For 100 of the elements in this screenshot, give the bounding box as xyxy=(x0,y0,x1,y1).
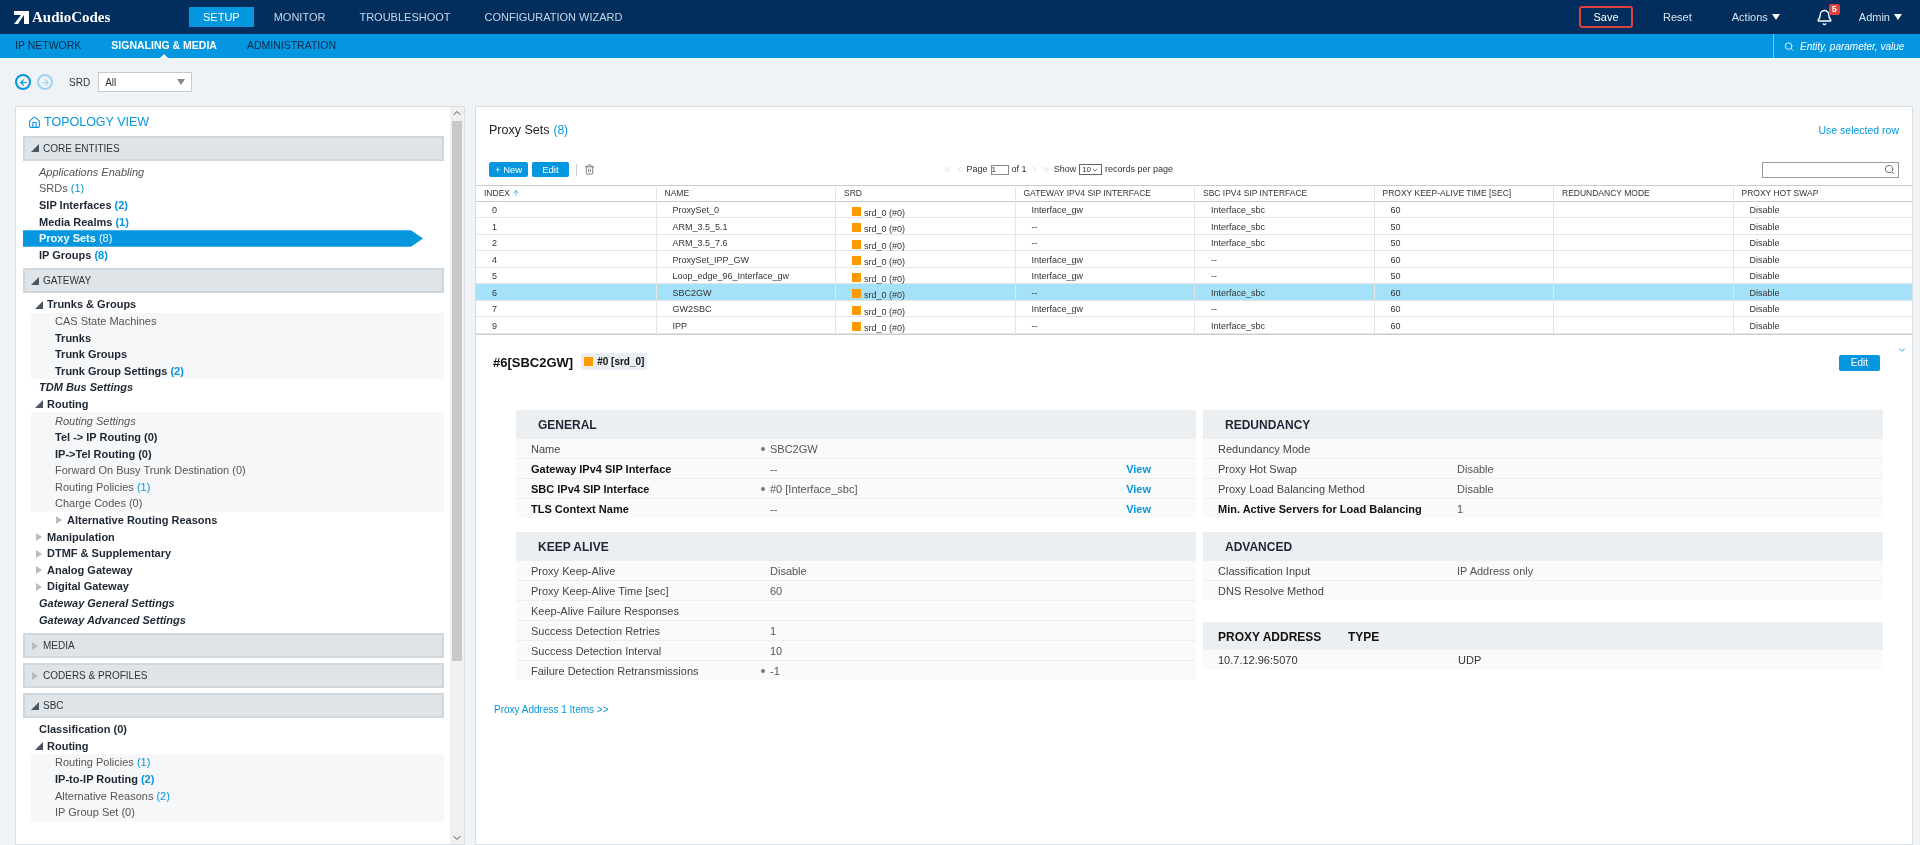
reset-button[interactable]: Reset xyxy=(1653,8,1702,26)
tree-item[interactable]: Gateway Advanced Settings xyxy=(39,611,186,629)
tree-item[interactable]: SIP Interfaces (2) xyxy=(39,196,128,214)
tree-item[interactable]: SRDs (1) xyxy=(39,180,85,197)
table-cell: Interface_gw xyxy=(1031,270,1084,284)
table-cell-text: 10.7.12.96:5070 xyxy=(1218,653,1299,668)
table-cell: srd_0 (#0) xyxy=(864,223,906,237)
collapsed-triangle-icon[interactable] xyxy=(31,671,39,680)
tree-item[interactable]: Gateway General Settings xyxy=(39,595,175,612)
forward-button[interactable] xyxy=(37,74,53,90)
tree-item[interactable]: Media Realms (1) xyxy=(39,213,129,231)
tree-item[interactable]: TDM Bus Settings xyxy=(39,379,134,396)
column-header[interactable]: SBC IPV4 SIP INTERFACE xyxy=(1194,186,1374,200)
tree-item[interactable]: IP Groups (8) xyxy=(39,246,108,264)
tree-item[interactable]: Trunks & Groups xyxy=(47,296,137,313)
table-cell: 0 xyxy=(492,204,497,218)
table-cell-text: 50 xyxy=(1390,220,1401,234)
table-cell-text: -- xyxy=(1211,253,1217,267)
field-label: DNS Resolve Method xyxy=(1218,583,1325,599)
table-cell: Interface_sbc xyxy=(1211,204,1266,218)
srd-color-square xyxy=(852,223,861,232)
table-cell-text: srd_0 (#0) xyxy=(864,272,906,286)
tree-item[interactable]: Manipulation xyxy=(47,528,115,546)
user-menu[interactable]: Admin xyxy=(1858,8,1902,26)
table-search-field[interactable] xyxy=(1762,161,1899,178)
column-header[interactable]: PROXY KEEP-ALIVE TIME [SEC] xyxy=(1373,186,1553,200)
expanded-triangle-icon[interactable] xyxy=(35,300,43,309)
sub-nav-tab[interactable]: ADMINISTRATION xyxy=(231,34,351,58)
nav-tab[interactable]: CONFIGURATION WIZARD xyxy=(470,7,637,27)
tree-item[interactable]: Analog Gateway xyxy=(47,561,133,579)
section-header[interactable]: GATEWAY xyxy=(23,268,444,294)
field-label: Classification Input xyxy=(1218,563,1312,579)
table-cell: 60 xyxy=(1390,204,1401,218)
table-cell: srd_0 (#0) xyxy=(864,322,906,336)
table-cell-text: Interface_sbc xyxy=(1211,319,1266,333)
scrollbar[interactable] xyxy=(450,107,464,844)
search-field[interactable]: Entity, parameter, value xyxy=(1800,38,1920,54)
expanded-triangle-icon[interactable] xyxy=(31,701,39,710)
back-button[interactable] xyxy=(15,74,31,90)
section-header[interactable]: MEDIA xyxy=(23,633,444,659)
table-row[interactable]: 9 IPP srd_0 (#0) -- Interface_sbc 60 Disable xyxy=(476,317,1912,334)
tree-item[interactable]: Trunks xyxy=(55,329,92,347)
expanded-triangle-icon[interactable] xyxy=(31,144,39,153)
column-header[interactable]: REDUNDANCY MODE xyxy=(1553,186,1733,200)
home-icon xyxy=(28,115,41,129)
expanded-triangle-icon[interactable] xyxy=(35,400,43,409)
table-row[interactable]: 6 SBC2GW srd_0 (#0) -- Interface_sbc 60 Disable xyxy=(476,284,1912,301)
table-cell-text: Interface_sbc xyxy=(1211,220,1266,234)
table-cell-text: srd_0 (#0) xyxy=(864,239,906,253)
last-page-icon[interactable] xyxy=(1041,165,1051,175)
tree-item[interactable]: Applications Enabling xyxy=(39,163,145,181)
tree-item[interactable]: Alternative Routing Reasons xyxy=(67,512,218,529)
section-header[interactable]: SBC xyxy=(23,693,444,719)
field-label: Keep-Alive Failure Responses xyxy=(531,603,680,619)
nav-tab[interactable]: TROUBLESHOOT xyxy=(345,7,465,27)
section-header[interactable]: CODERS & PROFILES xyxy=(23,663,444,689)
column-header[interactable]: INDEX xyxy=(476,186,656,200)
expanded-triangle-icon[interactable] xyxy=(31,276,39,285)
field-value: 60 xyxy=(770,583,783,599)
page-field[interactable]: 1 xyxy=(990,164,1009,175)
tree-item[interactable]: Routing xyxy=(47,737,89,755)
tree-item[interactable]: IP Group Set (0) xyxy=(55,804,135,821)
collapsed-triangle-icon[interactable] xyxy=(55,516,63,525)
sub-nav-tab[interactable]: IP NETWORK xyxy=(0,34,97,58)
table-row[interactable]: 1 ARM_3.5_5.1 srd_0 (#0) -- Interface_sbc 50 Disable xyxy=(476,218,1912,235)
nav-tab[interactable]: MONITOR xyxy=(259,7,340,27)
field-value: SBC2GW xyxy=(770,441,818,457)
page-size-select[interactable]: 10 xyxy=(1079,164,1103,176)
field-label: Success Detection Retries xyxy=(531,623,661,639)
column-header[interactable]: SRD xyxy=(835,186,1015,200)
tree-item[interactable]: Routing xyxy=(47,395,89,413)
column-header[interactable]: PROXY HOT SWAP xyxy=(1732,186,1912,200)
field-value: 1 xyxy=(770,623,777,639)
delete-icon[interactable] xyxy=(583,164,595,176)
table-row[interactable]: 4 ProxySet_IPP_GW srd_0 (#0) Interface_gw -- 60 Disable xyxy=(476,251,1912,268)
table-cell-text: Disable xyxy=(1749,286,1780,300)
table-cell: srd_0 (#0) xyxy=(864,289,906,303)
column-header[interactable]: GATEWAY IPV4 SIP INTERFACE xyxy=(1014,186,1194,200)
section-title: KEEP ALIVE xyxy=(516,532,1196,561)
column-header[interactable]: NAME xyxy=(655,186,835,200)
bullet-icon xyxy=(761,668,765,673)
tree-item[interactable]: Digital Gateway xyxy=(47,578,129,595)
table-cell-text: 6 xyxy=(492,286,497,300)
collapsed-triangle-icon[interactable] xyxy=(31,641,39,650)
search-icon xyxy=(1884,164,1895,176)
table-cell-text: 1 xyxy=(492,220,497,234)
section-header[interactable]: CORE ENTITIES xyxy=(23,135,444,161)
table-cell-text: ProxySet_IPP_GW xyxy=(672,253,750,267)
actions-menu[interactable]: Actions xyxy=(1721,8,1790,26)
tree-item[interactable]: Classification (0) xyxy=(39,721,127,738)
notifications-icon[interactable] xyxy=(1815,8,1833,26)
save-button[interactable]: Save xyxy=(1579,6,1633,28)
first-page-icon[interactable] xyxy=(942,165,952,175)
table-cell: Disable xyxy=(1749,237,1780,251)
tree-item[interactable]: DTMF & Supplementary xyxy=(47,545,172,562)
page-total: of 1 xyxy=(1011,163,1027,176)
expanded-triangle-icon[interactable] xyxy=(35,742,43,751)
tree-item[interactable]: Routing Settings xyxy=(55,412,136,430)
srd-dropdown[interactable]: All xyxy=(98,72,193,92)
tree-item[interactable]: Trunk Groups xyxy=(55,346,128,363)
